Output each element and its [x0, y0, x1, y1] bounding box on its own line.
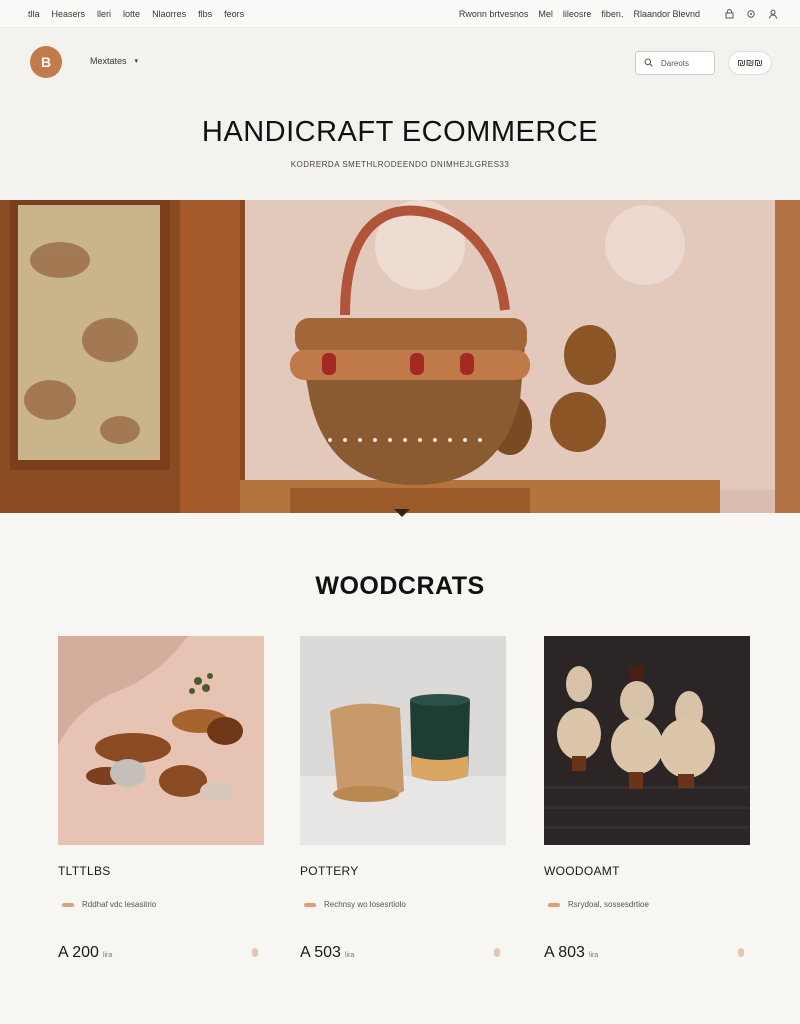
product-name[interactable]: TLTTLBS [58, 864, 111, 878]
product-card[interactable]: TLTTLBS Rddhaf vdc lesasitrio A 200 lira [58, 636, 264, 976]
cart-label: ₪₪₪ [737, 57, 763, 69]
hero-pointer [394, 509, 410, 517]
menu-toggle[interactable]: Mextates ▾ [90, 56, 138, 66]
product-price: A 503 lira [300, 944, 354, 962]
product-desc-text: Rechnsy wo losesrtiolo [324, 900, 406, 909]
search-icon [644, 58, 653, 69]
user-icon[interactable] [768, 9, 778, 19]
favorite-icon[interactable] [252, 948, 258, 957]
product-desc-text: Rddhaf vdc lesasitrio [82, 900, 157, 909]
top-right-link[interactable]: Rlaandor Blevnd [633, 9, 700, 19]
page-title: HANDICRAFT ECOMMERCE [201, 116, 599, 148]
tag-icon [548, 902, 560, 907]
product-name[interactable]: WOODOAMT [544, 864, 620, 878]
product-card[interactable]: POTTERY Rechnsy wo losesrtiolo A 503 lira [300, 636, 506, 976]
menu-label: Mextates [90, 56, 127, 66]
top-right-link[interactable]: Rwonn brtvesnos [459, 9, 529, 19]
tag-icon [62, 902, 74, 907]
search-input[interactable]: Dareots [635, 51, 715, 75]
product-description: Rddhaf vdc lesasitrio [62, 900, 156, 909]
product-card[interactable]: WOODOAMT Rsrydoal, sossesdrtioe A 803 lir… [544, 636, 750, 976]
search-placeholder: Dareots [661, 58, 690, 68]
top-link[interactable]: feors [224, 9, 244, 19]
product-desc-text: Rsrydoal, sossesdrtioe [568, 900, 649, 909]
cart-button[interactable]: ₪₪₪ [728, 51, 772, 75]
top-right-link[interactable]: Mel [538, 9, 553, 19]
product-price: A 200 lira [58, 944, 112, 962]
price-value: A 503 [300, 944, 341, 961]
product-image[interactable] [300, 636, 506, 845]
product-price: A 803 lira [544, 944, 598, 962]
lock-icon[interactable] [724, 8, 734, 19]
favorite-icon[interactable] [738, 948, 744, 957]
product-image[interactable] [58, 636, 264, 845]
top-link[interactable]: tlla [28, 9, 40, 19]
top-right-link[interactable]: fiben. [601, 9, 623, 19]
price-unit: lira [102, 952, 113, 959]
top-links-left: tlla Heasers lleri lotte Nlaorres flbs f… [28, 9, 244, 19]
price-unit: lira [344, 952, 355, 959]
brand-logo[interactable]: B [30, 46, 62, 78]
price-unit: lira [588, 952, 599, 959]
product-description: Rechnsy wo losesrtiolo [304, 900, 406, 909]
top-utility-bar: tlla Heasers lleri lotte Nlaorres flbs f… [0, 0, 800, 28]
site-header: B Mextates ▾ Dareots ₪₪₪ HANDICRAFT ECOM… [0, 28, 800, 200]
top-link[interactable]: Nlaorres [152, 9, 186, 19]
top-links-right: Rwonn brtvesnos Mel lileosre fiben. Rlaa… [459, 9, 778, 19]
top-link[interactable]: lotte [123, 9, 140, 19]
logo-text: B [40, 54, 52, 70]
top-right-link[interactable]: lileosre [563, 9, 592, 19]
top-link[interactable]: Heasers [52, 9, 86, 19]
tag-icon [304, 902, 316, 907]
hero-image [0, 200, 800, 513]
section-title: WOODCRATS [315, 572, 485, 600]
chevron-down-icon: ▾ [134, 58, 139, 65]
product-name[interactable]: POTTERY [300, 864, 359, 878]
price-value: A 803 [544, 944, 585, 961]
product-image[interactable] [544, 636, 750, 845]
price-value: A 200 [58, 944, 99, 961]
top-link[interactable]: flbs [198, 9, 212, 19]
settings-icon[interactable] [746, 9, 756, 19]
favorite-icon[interactable] [494, 948, 500, 957]
page-subtitle: KODRERDA SMETHLRODEENDO DNIMHEJLGRES33 [290, 160, 510, 169]
product-description: Rsrydoal, sossesdrtioe [548, 900, 649, 909]
top-link[interactable]: lleri [97, 9, 111, 19]
